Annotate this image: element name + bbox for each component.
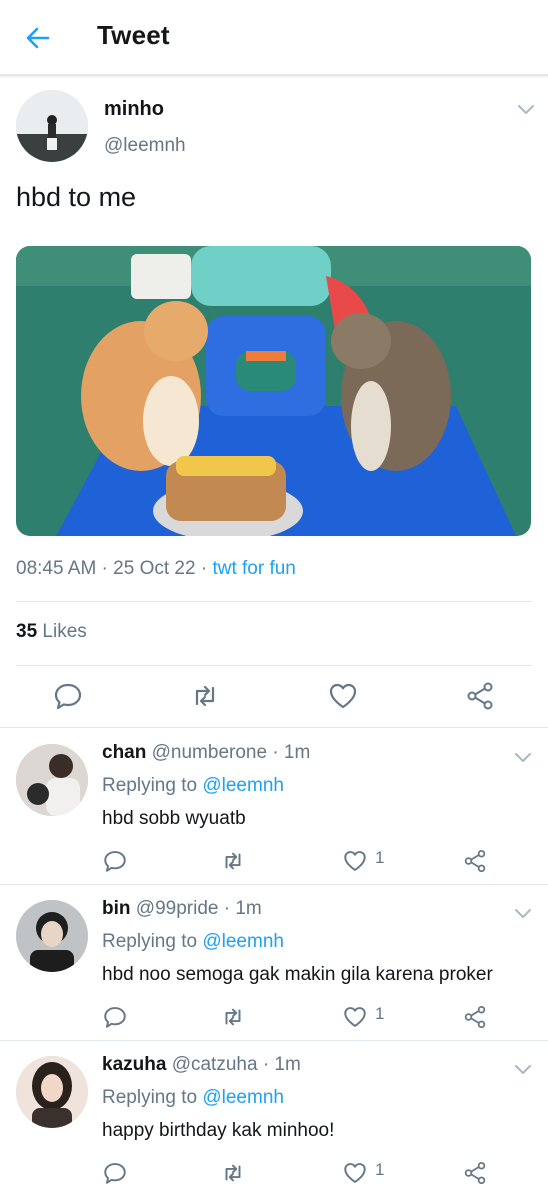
divider (0, 1040, 548, 1041)
reply-icon[interactable] (52, 680, 84, 712)
reply-text: hbd noo semoga gak makin gila karena pro… (102, 964, 493, 985)
author-name[interactable]: minho (104, 98, 164, 121)
share-icon[interactable] (462, 1160, 488, 1186)
likes-number: 35 (16, 621, 38, 642)
reply-header: chan @numberone · 1m (102, 742, 310, 764)
avatar[interactable] (16, 744, 88, 816)
likes-label: Likes (37, 621, 87, 642)
heart-icon[interactable] (342, 848, 368, 874)
avatar[interactable] (16, 900, 88, 972)
share-icon[interactable] (462, 1004, 488, 1030)
reply-icon[interactable] (102, 1004, 128, 1030)
reply-item[interactable]: chan @numberone · 1m Replying to @leemnh… (0, 730, 548, 886)
likes-count[interactable]: 35 Likes (16, 621, 87, 643)
reply-text: happy birthday kak minhoo! (102, 1120, 335, 1141)
replying-to-label: Replying to (102, 1087, 203, 1108)
replying-to-label: Replying to (102, 775, 203, 796)
mention-link[interactable]: @leemnh (202, 1087, 284, 1108)
chevron-down-icon[interactable] (512, 746, 534, 768)
divider (0, 727, 548, 728)
reply-handle-time: @catzuha · 1m (166, 1054, 301, 1075)
divider (16, 665, 532, 666)
back-arrow-icon[interactable] (22, 22, 54, 54)
reply-author-name[interactable]: kazuha (102, 1054, 166, 1075)
page-title: Tweet (97, 20, 170, 50)
chevron-down-icon[interactable] (515, 98, 537, 120)
tweet-timestamp: 08:45 AM · 25 Oct 22 · (16, 558, 213, 579)
retweet-icon[interactable] (189, 680, 221, 712)
reply-author-name[interactable]: chan (102, 742, 146, 763)
replying-to: Replying to @leemnh (102, 1087, 284, 1109)
top-bar: Tweet (0, 0, 548, 76)
reply-handle-time: @numberone · 1m (146, 742, 311, 763)
tweet-text: hbd to me (16, 182, 137, 212)
reply-icon[interactable] (102, 848, 128, 874)
avatar[interactable] (16, 1056, 88, 1128)
divider (0, 884, 548, 885)
tweet-photo[interactable] (16, 246, 531, 536)
reply-item[interactable]: bin @99pride · 1m Replying to @leemnh hb… (0, 886, 548, 1042)
replying-to-label: Replying to (102, 931, 203, 952)
like-count: 1 (375, 1160, 385, 1179)
reply-icon[interactable] (102, 1160, 128, 1186)
retweet-icon[interactable] (220, 1160, 246, 1186)
retweet-icon[interactable] (220, 1004, 246, 1030)
reply-handle-time: @99pride · 1m (130, 898, 262, 919)
heart-icon[interactable] (342, 1004, 368, 1030)
replying-to: Replying to @leemnh (102, 775, 284, 797)
reply-header: kazuha @catzuha · 1m (102, 1054, 301, 1076)
reply-text: hbd sobb wyuatb (102, 808, 246, 829)
mention-link[interactable]: @leemnh (202, 931, 284, 952)
heart-icon[interactable] (342, 1160, 368, 1186)
share-icon[interactable] (462, 848, 488, 874)
reply-author-name[interactable]: bin (102, 898, 131, 919)
tweet-meta: 08:45 AM · 25 Oct 22 · twt for fun (16, 558, 296, 580)
like-count: 1 (375, 1004, 385, 1023)
replying-to: Replying to @leemnh (102, 931, 284, 953)
reply-header: bin @99pride · 1m (102, 898, 262, 920)
share-icon[interactable] (464, 680, 496, 712)
reply-item[interactable]: kazuha @catzuha · 1m Replying to @leemnh… (0, 1042, 548, 1198)
heart-icon[interactable] (327, 680, 359, 712)
chevron-down-icon[interactable] (512, 1058, 534, 1080)
divider (16, 601, 532, 602)
chevron-down-icon[interactable] (512, 902, 534, 924)
retweet-icon[interactable] (220, 848, 246, 874)
avatar[interactable] (16, 90, 88, 162)
author-handle[interactable]: @leemnh (104, 135, 186, 157)
tweet-source[interactable]: twt for fun (212, 558, 295, 579)
like-count: 1 (375, 848, 385, 867)
mention-link[interactable]: @leemnh (202, 775, 284, 796)
